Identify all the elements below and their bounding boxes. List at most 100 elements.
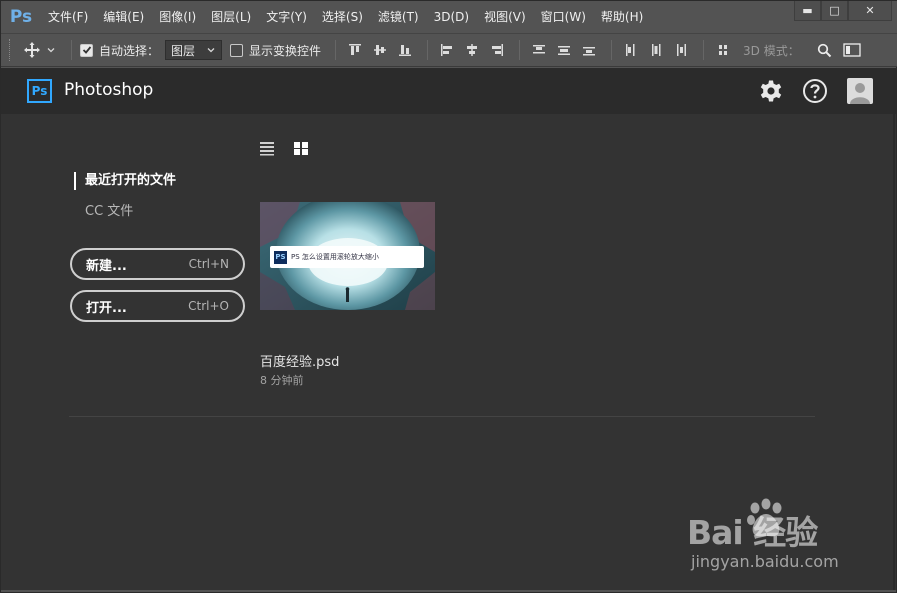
workspace-icon (843, 43, 861, 57)
start-header: Ps Photoshop (1, 68, 896, 114)
start-workspace: Ps Photoshop 最近打开的文件 CC 文件 新建... Ctrl+N … (1, 68, 896, 590)
distribute-left-icon (626, 44, 635, 56)
open-file-shortcut: Ctrl+O (188, 299, 229, 313)
distribute-vertical-center-icon (558, 46, 571, 55)
menu-view[interactable]: 视图(V) (477, 1, 534, 33)
toolbar-separator (427, 40, 429, 60)
thumbnail-ps-logo: PS (274, 250, 287, 264)
chevron-down-icon (207, 48, 215, 53)
account-button[interactable] (847, 78, 873, 104)
section-divider (69, 416, 815, 417)
move-tool-preset[interactable] (23, 41, 63, 59)
search-icon (818, 43, 832, 57)
align-top-icon (349, 44, 362, 55)
menu-3d[interactable]: 3D(D) (427, 1, 477, 33)
thumbnail-banner: PS PS 怎么设置用滚轮放大缩小 (270, 246, 424, 268)
menu-items: 文件(F) 编辑(E) 图像(I) 图层(L) 文字(Y) 选择(S) 滤镜(T… (41, 1, 651, 33)
align-hcenter-button[interactable] (461, 39, 483, 61)
watermark-url: jingyan.baidu.com (691, 552, 839, 571)
align-buttons (344, 39, 737, 61)
align-left-button[interactable] (436, 39, 458, 61)
open-file-label: 打开... (86, 300, 127, 316)
minimize-button[interactable]: ▬ (794, 1, 821, 21)
baidu-jingyan-watermark: Bai 经验 jingyan.baidu.com (687, 498, 857, 578)
distribute-bottom-button[interactable] (578, 39, 600, 61)
recent-file-time: 8 分钟前 (260, 374, 304, 387)
photoshop-window: Ps 文件(F) 编辑(E) 图像(I) 图层(L) 文字(Y) 选择(S) 滤… (0, 0, 897, 593)
search-button[interactable] (814, 39, 836, 61)
menu-select[interactable]: 选择(S) (315, 1, 371, 33)
menu-window[interactable]: 窗口(W) (534, 1, 594, 33)
align-bottom-icon (399, 45, 412, 56)
open-file-button[interactable]: 打开... Ctrl+O (70, 290, 245, 322)
baidu-paw-icon (747, 498, 782, 537)
help-icon (803, 79, 827, 103)
list-view-button[interactable] (259, 140, 275, 156)
check-icon (82, 46, 91, 54)
align-horizontal-center-icon (467, 44, 478, 56)
distribute-bottom-icon (583, 47, 596, 56)
avatar-icon (847, 78, 873, 104)
distribute-left-button[interactable] (620, 39, 642, 61)
align-bottom-button[interactable] (394, 39, 416, 61)
menu-layer[interactable]: 图层(L) (204, 1, 259, 33)
auto-select-checkbox[interactable] (80, 43, 93, 57)
photoshop-logo: Ps (27, 79, 52, 103)
show-transform-checkbox[interactable] (230, 43, 244, 57)
grid-view-icon (294, 142, 308, 155)
toolbar-separator (519, 40, 521, 60)
auto-select-target-value: 图层 (171, 43, 196, 58)
help-button[interactable] (802, 78, 828, 104)
mode-3d-label: 3D 模式： (743, 43, 800, 58)
thumbnail-banner-text: PS 怎么设置用滚轮放大缩小 (291, 253, 379, 261)
distribute-top-button[interactable] (528, 39, 550, 61)
settings-button[interactable] (758, 78, 784, 104)
menu-type[interactable]: 文字(Y) (259, 1, 315, 33)
menu-filter[interactable]: 滤镜(T) (371, 1, 427, 33)
new-file-label: 新建... (86, 258, 127, 274)
chevron-down-icon (47, 48, 55, 53)
menu-help[interactable]: 帮助(H) (594, 1, 651, 33)
distribute-top-icon (533, 45, 546, 54)
align-top-button[interactable] (344, 39, 366, 61)
distribute-horizontal-center-icon (652, 44, 661, 56)
show-transform-label: 显示变换控件 (249, 43, 322, 58)
new-file-button[interactable]: 新建... Ctrl+N (70, 248, 245, 280)
distribute-vcenter-button[interactable] (553, 39, 575, 61)
toolbar-separator (335, 40, 337, 60)
align-vertical-center-icon (374, 45, 387, 55)
nav-recent-files[interactable]: 最近打开的文件 (74, 172, 176, 190)
toolbar-separator (703, 40, 705, 60)
auto-select-label: 自动选择： (99, 43, 160, 58)
distribute-hcenter-button[interactable] (645, 39, 667, 61)
distribute-right-button[interactable] (670, 39, 692, 61)
start-title: Photoshop (64, 80, 154, 100)
menu-image[interactable]: 图像(I) (152, 1, 204, 33)
new-file-shortcut: Ctrl+N (188, 257, 229, 271)
window-controls: ▬ □ ✕ (794, 1, 892, 21)
align-left-icon (441, 44, 453, 56)
app-logo: Ps (9, 7, 33, 27)
recent-file-name[interactable]: 百度经验.psd (260, 351, 339, 370)
menu-file[interactable]: 文件(F) (41, 1, 96, 33)
move-tool-icon (24, 42, 40, 58)
grid-view-button[interactable] (293, 140, 309, 156)
close-button[interactable]: ✕ (848, 1, 892, 21)
menu-bar: Ps 文件(F) 编辑(E) 图像(I) 图层(L) 文字(Y) 选择(S) 滤… (1, 1, 897, 33)
align-right-button[interactable] (486, 39, 508, 61)
nav-cc-files[interactable]: CC 文件 (85, 203, 133, 221)
auto-align-button[interactable] (712, 39, 734, 61)
gear-icon (760, 80, 782, 102)
window-right-edge (893, 68, 895, 590)
options-bar: 自动选择： 图层 显示变换控件 3D 模式： (1, 33, 897, 67)
auto-align-layers-icon (719, 45, 728, 55)
recent-file-thumbnail[interactable]: PS PS 怎么设置用滚轮放大缩小 (260, 202, 435, 310)
align-right-icon (492, 44, 504, 56)
auto-select-target-dropdown[interactable]: 图层 (165, 40, 223, 60)
menu-edit[interactable]: 编辑(E) (96, 1, 152, 33)
toolbar-grip[interactable] (9, 39, 13, 61)
maximize-button[interactable]: □ (821, 1, 848, 21)
toolbar-separator (611, 40, 613, 60)
workspace-switcher-button[interactable] (841, 39, 863, 61)
align-vcenter-button[interactable] (369, 39, 391, 61)
